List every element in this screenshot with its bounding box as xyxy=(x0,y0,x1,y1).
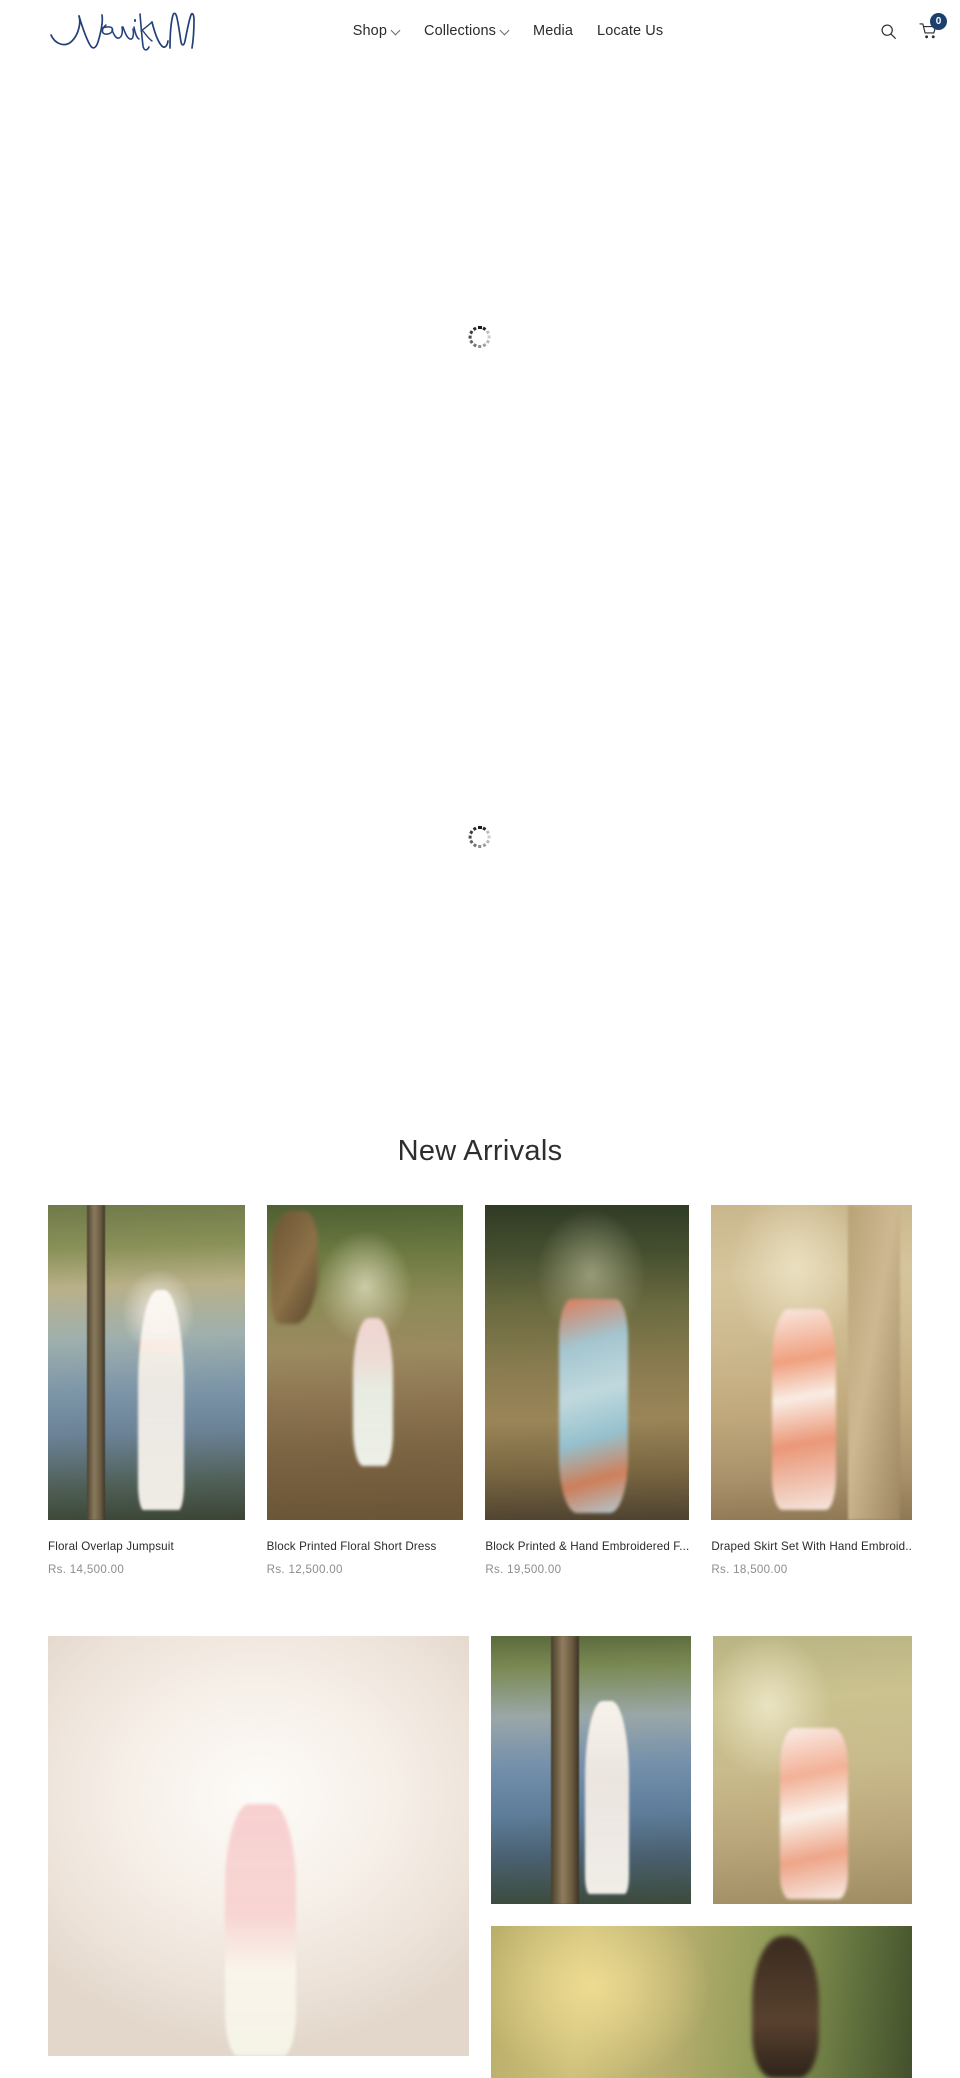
product-image[interactable] xyxy=(48,1204,245,1520)
product-grid: Floral Overlap Jumpsuit Rs. 14,500.00 Bl… xyxy=(0,1204,960,1577)
product-title: Block Printed Floral Short Dress xyxy=(266,1539,437,1553)
product-card[interactable]: Floral Overlap Jumpsuit Rs. 14,500.00 xyxy=(48,1204,245,1577)
product-price: Rs. 19,500.00 xyxy=(485,1563,562,1577)
nav-item-collections[interactable]: Collections xyxy=(424,24,509,39)
lookbook-mosaic xyxy=(0,1636,960,2078)
nav-item-media[interactable]: Media xyxy=(533,24,573,39)
loading-spinner-icon xyxy=(469,326,492,348)
product-title: Block Printed & Hand Embroidered F... xyxy=(485,1539,690,1553)
product-image[interactable] xyxy=(266,1204,464,1520)
header-actions: 0 xyxy=(818,13,947,40)
product-image[interactable] xyxy=(711,1204,912,1520)
product-title: Draped Skirt Set With Hand Embroid.. xyxy=(711,1539,912,1553)
nav-item-locate-us-label: Locate Us xyxy=(597,22,664,39)
nav-item-shop[interactable]: Shop xyxy=(353,24,400,39)
search-button[interactable] xyxy=(880,23,897,40)
lookbook-tile-group xyxy=(491,1636,912,2078)
nav-item-shop-label: Shop xyxy=(352,22,388,39)
product-card[interactable]: Block Printed Floral Short Dress Rs. 12,… xyxy=(266,1204,464,1577)
lookbook-tile-wide[interactable] xyxy=(491,1926,912,2078)
secondary-banner-slot xyxy=(0,612,960,1062)
cart-count-badge: 0 xyxy=(930,13,947,30)
product-price: Rs. 18,500.00 xyxy=(711,1563,788,1577)
product-price: Rs. 12,500.00 xyxy=(266,1563,343,1577)
product-title: Floral Overlap Jumpsuit xyxy=(48,1539,174,1553)
search-icon xyxy=(881,23,896,39)
hero-slideshow-slot xyxy=(0,62,960,612)
primary-navigation: Shop Collections Media Locate Us xyxy=(198,24,818,39)
new-arrivals-section: New Arrivals Floral Overlap Jumpsuit Rs.… xyxy=(0,1062,960,1576)
nav-item-locate-us[interactable]: Locate Us xyxy=(597,24,663,39)
brand-logo-script-icon xyxy=(50,12,195,51)
site-header: Shop Collections Media Locate Us 0 xyxy=(0,0,960,62)
lookbook-tile[interactable] xyxy=(712,1636,912,1905)
section-header: New Arrivals xyxy=(0,1062,960,1205)
product-price: Rs. 14,500.00 xyxy=(48,1563,125,1577)
page-title: New Arrivals xyxy=(397,1135,563,1167)
lookbook-tile[interactable] xyxy=(491,1636,691,1905)
nav-item-media-label: Media xyxy=(533,22,574,39)
product-image[interactable] xyxy=(485,1204,690,1520)
chevron-down-icon xyxy=(501,26,509,34)
product-card[interactable]: Draped Skirt Set With Hand Embroid.. Rs.… xyxy=(711,1204,912,1577)
loading-spinner-icon xyxy=(469,826,492,848)
cart-button[interactable]: 0 xyxy=(919,13,947,40)
lookbook-tile-large[interactable] xyxy=(48,1636,469,2057)
chevron-down-icon xyxy=(392,26,400,34)
product-card[interactable]: Block Printed & Hand Embroidered F... Rs… xyxy=(485,1204,690,1577)
nav-item-collections-label: Collections xyxy=(424,22,497,39)
